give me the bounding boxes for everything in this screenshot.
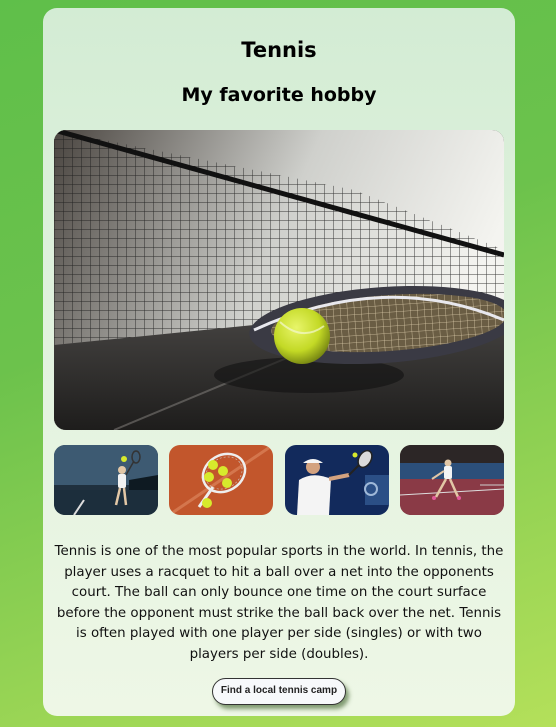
hobby-description: Tennis is one of the most popular sports…: [54, 544, 504, 662]
thumbnail-row: [54, 445, 504, 515]
page-title: Tennis: [241, 38, 317, 62]
thumbnail-serving[interactable]: [54, 445, 158, 515]
hero-image: [54, 130, 504, 430]
thumbnail-racket-balls[interactable]: [169, 445, 273, 515]
page-subtitle: My favorite hobby: [181, 84, 377, 106]
thumbnail-backhand[interactable]: [285, 445, 389, 515]
hobby-card: Tennis My favorite hobby Tennis is one o…: [43, 8, 515, 716]
thumbnail-indoor-court[interactable]: [400, 445, 504, 515]
find-tennis-camp-button[interactable]: Find a local tennis camp: [212, 678, 346, 705]
